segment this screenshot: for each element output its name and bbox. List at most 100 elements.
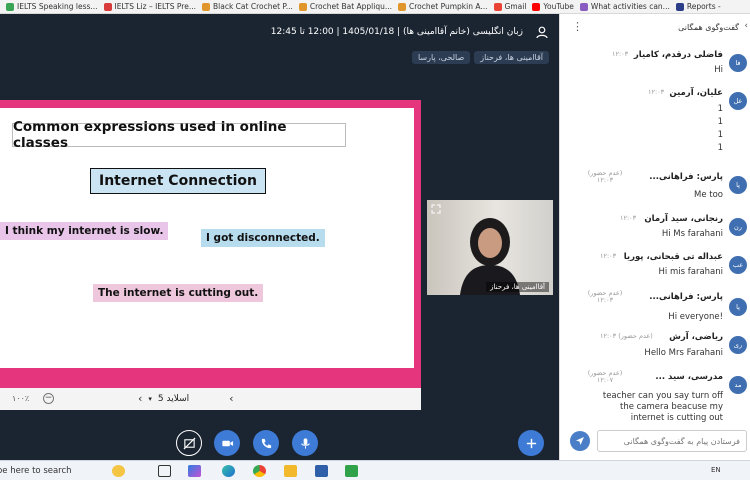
message-text: Hi mis farahani [658, 267, 723, 277]
slide-subheading: Internet Connection [90, 168, 266, 194]
windows-taskbar: Type here to search EN [0, 460, 750, 480]
message-text: 1 [717, 117, 723, 127]
camera-button[interactable] [214, 430, 240, 456]
message-sender: عبداله تی قبحانی، پوریا [623, 252, 723, 262]
message-time: ۱۲:۰۳ [600, 252, 617, 260]
bookmark-favicon-icon [298, 2, 307, 11]
message-text: Hi everyone! [668, 312, 723, 322]
plus-icon [526, 438, 536, 448]
message-time: (عدم حضور) ۱۲:۰۷ [587, 369, 623, 384]
slide-note-disconnected: I got disconnected. [201, 229, 325, 247]
message-time: ۱۲:۰۳ [612, 50, 629, 58]
task-view-icon[interactable] [158, 465, 171, 477]
slide-navigation: ‹ ▾ اسلاید 5 ‹ [138, 392, 234, 405]
phone-button[interactable] [253, 430, 279, 456]
chat-message-input[interactable] [597, 430, 747, 452]
message-sender: پارس: فراهانی... [649, 292, 723, 302]
user-icon[interactable] [535, 25, 549, 39]
send-icon [576, 437, 584, 445]
bookmarks-bar: IELTS Speaking less... IELTS Liz – IELTS… [0, 0, 750, 14]
taskbar-search[interactable]: Type here to search [0, 466, 72, 476]
presentation-slide: Common expressions used in online classe… [0, 108, 414, 368]
message-time: ۱۲:۰۳ [648, 88, 665, 96]
chevron-down-icon[interactable]: ▾ [148, 395, 152, 403]
screen-share-off-icon [183, 437, 195, 449]
message-text: teacher can you say turn off the camera … [602, 391, 723, 423]
message-time: (عدم حضور) ۱۲:۰۳ [587, 169, 623, 184]
bookmark-favicon-icon [579, 2, 588, 11]
message-text: Me too [694, 190, 723, 200]
input-language[interactable]: EN [711, 466, 721, 474]
camera-icon [221, 440, 233, 446]
presenter-tags: آقاامینی ها، فرحناز صالحی، پارسا [411, 51, 549, 64]
more-options-icon[interactable]: ⋮ [572, 20, 583, 33]
message-text: Hi Ms farahani [661, 229, 723, 239]
message-text: Hello Mrs Farahani [644, 348, 723, 358]
participant-video[interactable]: آقاامینی ها، فرحناز [427, 200, 553, 295]
bookmark-ielts-liz[interactable]: IELTS Liz – IELTS Pre... [103, 2, 196, 11]
chat-header: ⋮ گفت‌وگوی همگانی ‹ [560, 14, 750, 42]
bookmark-what-activities[interactable]: What activities can... [579, 2, 670, 11]
zoom-level: ۱۰۰٪ [12, 394, 30, 403]
avatar: عل [729, 92, 747, 110]
chevron-left-icon[interactable]: ‹ [744, 21, 748, 31]
bookmark-crochet-pumpkin[interactable]: Crochet Pumpkin A... [398, 2, 488, 11]
message-sender: رنجانی، سید آرمان [644, 214, 723, 224]
session-title: زبان انگلیسی (خانم آقاامینی ها) | 1405/0… [270, 27, 523, 37]
message-sender: علیان، آرمین [669, 88, 723, 98]
chrome-icon[interactable] [253, 465, 266, 477]
video-participant-name: آقاامینی ها، فرحناز [486, 282, 549, 292]
participant-tag[interactable]: صالحی، پارسا [411, 51, 471, 64]
edge-icon[interactable] [222, 465, 235, 477]
widgets-icon[interactable] [112, 465, 125, 477]
expand-icon[interactable] [431, 204, 441, 214]
copilot-icon[interactable] [188, 465, 201, 477]
presenter-tag[interactable]: آقاامینی ها، فرحناز [474, 51, 549, 64]
avatar: فا [729, 54, 747, 72]
avatar: پا [729, 298, 747, 316]
avatar: مد [729, 376, 747, 394]
avatar: ری [729, 336, 747, 354]
bookmark-favicon-icon [398, 2, 407, 11]
bookmark-youtube[interactable]: YouTube [532, 2, 574, 11]
zoom-out-button[interactable]: − [43, 393, 54, 404]
file-explorer-icon[interactable] [284, 465, 297, 477]
message-time: (عدم حضور) ۱۲:۰۳ [587, 289, 623, 304]
avatar: رن [729, 218, 747, 236]
slide-note-cutting-out: The internet is cutting out. [93, 284, 264, 302]
app-icon[interactable] [315, 465, 328, 477]
message-sender: مدرسی، سید ... [655, 372, 723, 382]
send-button[interactable] [570, 431, 590, 451]
message-sender: ریاضی، آرش [669, 332, 723, 342]
bookmark-gmail[interactable]: Gmail [493, 2, 526, 11]
phone-icon [261, 438, 271, 448]
chat-title: گفت‌وگوی همگانی [678, 23, 739, 32]
bookmark-favicon-icon [202, 2, 210, 11]
conference-header: زبان انگلیسی (خانم آقاامینی ها) | 1405/0… [0, 14, 559, 50]
chat-messages: فا فاضلی درقدم، کامیار ۱۲:۰۳ Hi عل علیان… [560, 42, 750, 424]
slide-toolbar: ۱۰۰٪ − ‹ ▾ اسلاید 5 ‹ [0, 388, 421, 410]
share-toggle-button[interactable] [176, 430, 202, 456]
avatar: پا [729, 176, 747, 194]
chevron-right-icon[interactable]: ‹ [229, 392, 233, 405]
bookmark-reports[interactable]: Reports - [675, 2, 721, 11]
chevron-left-icon[interactable]: ‹ [138, 392, 142, 405]
add-button[interactable] [518, 430, 544, 456]
bookmark-black-cat[interactable]: Black Cat Crochet P... [202, 2, 293, 11]
security-app-icon[interactable] [345, 465, 358, 477]
slide-page-label[interactable]: اسلاید 5 [158, 394, 189, 404]
bookmark-favicon-icon [103, 2, 112, 11]
avatar: عب [729, 256, 747, 274]
bookmark-favicon-icon [675, 2, 684, 11]
gmail-icon [493, 2, 502, 11]
bookmark-crochet-bat[interactable]: Crochet Bat Appliqu... [298, 2, 392, 11]
message-text: Hi [714, 65, 723, 75]
message-text: 1 [717, 104, 723, 114]
youtube-icon [532, 2, 541, 11]
message-time: ۱۲:۰۳ [620, 214, 637, 222]
slide-frame: Common expressions used in online classe… [0, 100, 421, 390]
message-sender: فاضلی درقدم، کامیار [633, 50, 723, 60]
microphone-button[interactable] [292, 430, 318, 456]
bookmark-ielts-speaking[interactable]: IELTS Speaking less... [6, 2, 98, 11]
slide-heading: Common expressions used in online classe… [12, 119, 346, 151]
